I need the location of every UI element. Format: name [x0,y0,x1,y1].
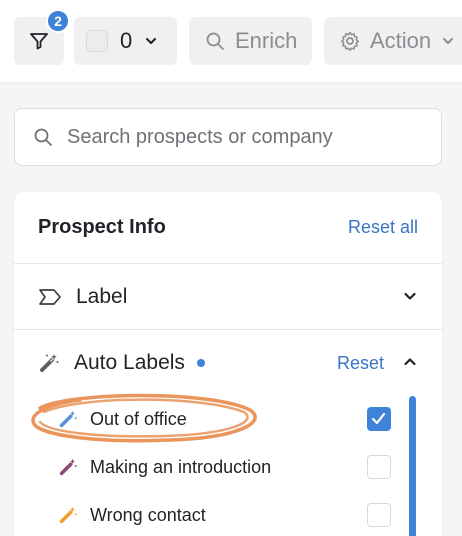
scrollbar[interactable] [409,396,416,536]
checkmark-icon [371,412,386,425]
search-icon [34,128,52,146]
section-label-title: Label [76,285,128,308]
section-label-header[interactable]: Label [38,282,418,312]
divider [14,263,442,264]
divider [14,329,442,330]
reset-all-link[interactable]: Reset all [348,217,418,238]
enrich-button[interactable]: Enrich [189,17,312,65]
action-button[interactable]: Action [324,17,462,65]
magic-wand-icon [40,354,59,372]
chevron-down-icon [443,38,454,44]
magic-wand-icon [59,458,77,476]
select-all-checkbox[interactable] [86,30,108,52]
chevron-down-icon [146,38,157,44]
active-indicator-dot [196,359,205,367]
magic-wand-icon [59,506,77,524]
action-label: Action [370,28,432,53]
filter-count-badge: 2 [46,9,70,33]
page: 2 0 Enrich Action Search prospects or co… [0,0,462,536]
chevron-up-icon[interactable] [402,354,418,370]
search-placeholder: Search prospects or company [67,125,333,148]
select-all-dropdown[interactable]: 0 [74,17,177,65]
list-item[interactable]: Out of office [58,405,394,433]
toolbar: 2 0 Enrich Action [0,0,462,82]
list-item[interactable]: Making an introduction [58,453,394,481]
panel-title: Prospect Info [38,216,166,238]
item-label: Wrong contact [90,504,206,525]
filter-icon [30,33,48,50]
section-auto-labels-header[interactable]: Auto Labels Reset [38,348,418,378]
item-label: Making an introduction [90,456,272,477]
checkbox-checked[interactable] [367,407,391,431]
checkbox[interactable] [367,503,391,527]
section-auto-labels-title: Auto Labels [74,351,185,374]
label-tag-icon [39,289,61,305]
checkbox[interactable] [367,455,391,479]
search-icon [206,32,224,50]
list-item[interactable]: Wrong contact [58,501,394,529]
prospect-info-panel: Prospect Info Reset all Label Auto Label [14,192,442,536]
enrich-label: Enrich [235,28,298,53]
gear-icon [340,31,360,51]
magic-wand-icon [59,410,77,428]
reset-link[interactable]: Reset [337,353,384,374]
item-label: Out of office [90,408,187,429]
chevron-down-icon[interactable] [402,288,418,304]
selected-count: 0 [120,28,133,53]
search-input[interactable]: Search prospects or company [14,108,442,166]
